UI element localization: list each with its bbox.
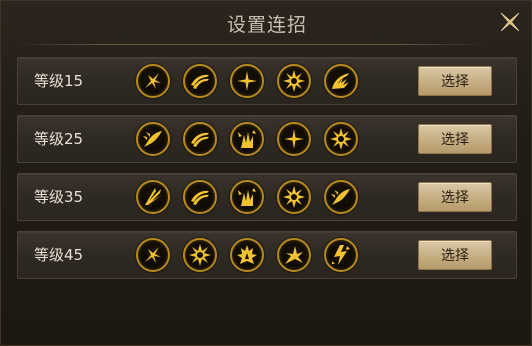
cross-slash-icon[interactable] (230, 64, 264, 98)
spiked-sun-icon (283, 186, 305, 208)
combo-list: 等级15 选择 等级25 选择 等级35 选择 等级45 选择 (17, 57, 517, 289)
level-label: 等级15 (34, 72, 84, 90)
fan-blades-icon[interactable] (136, 180, 170, 214)
cross-slash-icon[interactable] (277, 122, 311, 156)
level-label: 等级35 (34, 188, 84, 206)
fan-blades-icon (145, 188, 162, 205)
claw-swipe-icon[interactable] (183, 180, 217, 214)
lightning-burst-icon[interactable] (324, 238, 358, 272)
blade-burst-icon[interactable] (136, 64, 170, 98)
skill-icon-list (136, 180, 358, 214)
claw-swipe-icon[interactable] (183, 122, 217, 156)
spiked-sun-icon[interactable] (277, 180, 311, 214)
close-icon (500, 12, 520, 32)
wave-strike-icon (332, 73, 349, 89)
combo-setup-dialog: 设置连招 等级15 选择 等级25 选择 等级35 选择 等级45 选择 (0, 0, 532, 346)
crystal-spike-icon[interactable] (230, 180, 264, 214)
cross-slash-icon (284, 129, 304, 149)
blade-burst-icon[interactable] (136, 238, 170, 272)
claw-swipe-icon (191, 132, 209, 147)
dialog-title: 设置连招 (226, 13, 307, 36)
spiked-sun-icon[interactable] (277, 64, 311, 98)
crystal-spike-icon[interactable] (230, 122, 264, 156)
spiked-sun-icon (283, 70, 305, 92)
spiked-sun-icon[interactable] (324, 122, 358, 156)
spiked-sun-icon[interactable] (183, 238, 217, 272)
level-label: 等级25 (34, 130, 84, 148)
header-divider (15, 44, 487, 45)
feather-dash-icon[interactable] (324, 180, 358, 214)
spiked-sun-icon (189, 244, 211, 266)
skill-icon-list (136, 64, 358, 98)
combo-row: 等级15 选择 (17, 57, 517, 105)
select-button[interactable]: 选择 (418, 124, 492, 154)
combo-row: 等级35 选择 (17, 173, 517, 221)
claw-swipe-icon (191, 74, 209, 89)
dialog-header: 设置连招 (1, 1, 532, 45)
feather-dash-icon (143, 131, 162, 147)
claw-swipe-icon (191, 190, 209, 205)
feather-dash-icon[interactable] (136, 122, 170, 156)
crystal-spike-icon (238, 130, 256, 148)
skill-icon-list (136, 238, 358, 272)
cross-slash-icon (237, 71, 257, 91)
crystal-spike-icon (238, 188, 256, 206)
blade-burst-icon (145, 247, 161, 263)
shatter-strike-icon[interactable] (277, 238, 311, 272)
combo-row: 等级45 选择 (17, 231, 517, 279)
lightning-burst-icon (332, 245, 350, 265)
select-button[interactable]: 选择 (418, 66, 492, 96)
blade-burst-icon (145, 73, 161, 89)
spiked-sun-icon (330, 128, 352, 150)
skill-icon-list (136, 122, 358, 156)
wave-strike-icon[interactable] (324, 64, 358, 98)
feather-dash-icon (331, 189, 350, 205)
shatter-strike-icon (285, 246, 303, 264)
flame-eruption-icon (237, 245, 257, 264)
claw-swipe-icon[interactable] (183, 64, 217, 98)
flame-eruption-icon[interactable] (230, 238, 264, 272)
select-button[interactable]: 选择 (418, 240, 492, 270)
select-button[interactable]: 选择 (418, 182, 492, 212)
combo-row: 等级25 选择 (17, 115, 517, 163)
close-button[interactable] (497, 9, 523, 35)
level-label: 等级45 (34, 246, 84, 264)
